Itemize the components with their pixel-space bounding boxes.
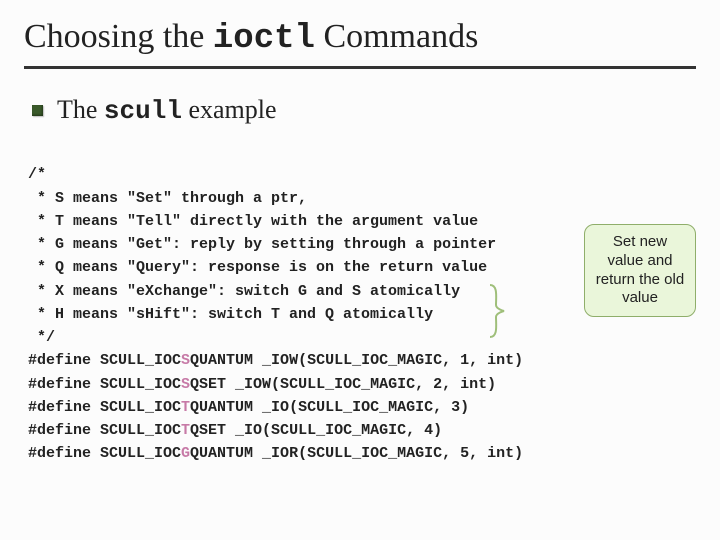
callout-box: Set new value and return the old value <box>584 224 696 317</box>
code-line: #define SCULL_IOCSQUANTUM _IOW(SCULL_IOC… <box>28 352 523 369</box>
code-line: /* <box>28 166 46 183</box>
code-line: * H means "sHift": switch T and Q atomic… <box>28 306 433 323</box>
title-post: Commands <box>315 18 478 55</box>
slide-subtitle: The scull example <box>57 95 277 126</box>
title-pre: Choosing the <box>24 18 213 55</box>
code-line: * Q means "Query": response is on the re… <box>28 259 487 276</box>
code-line: * T means "Tell" directly with the argum… <box>28 213 478 230</box>
code-line: #define SCULL_IOCGQUANTUM _IOR(SCULL_IOC… <box>28 445 523 462</box>
subtitle-pre: The <box>57 95 104 124</box>
accent-letter: G <box>181 445 190 462</box>
slide-title: Choosing the ioctl Commands <box>24 18 696 58</box>
subtitle-post: example <box>182 95 277 124</box>
subtitle-row: The scull example <box>24 95 696 126</box>
accent-letter: T <box>181 422 190 439</box>
accent-letter: T <box>181 399 190 416</box>
code-line: * S means "Set" through a ptr, <box>28 190 307 207</box>
code-line: #define SCULL_IOCTQUANTUM _IO(SCULL_IOC_… <box>28 399 469 416</box>
code-line: * G means "Get": reply by setting throug… <box>28 236 496 253</box>
accent-letter: S <box>181 376 190 393</box>
accent-letter: S <box>181 352 190 369</box>
brace-icon <box>488 283 506 339</box>
subtitle-mono: scull <box>104 96 182 126</box>
title-mono: ioctl <box>213 20 315 58</box>
code-line: #define SCULL_IOCTQSET _IO(SCULL_IOC_MAG… <box>28 422 442 439</box>
square-bullet-icon <box>32 105 43 116</box>
title-wrap: Choosing the ioctl Commands <box>24 18 696 69</box>
code-line: * X means "eXchange": switch G and S ato… <box>28 283 460 300</box>
code-line: #define SCULL_IOCSQSET _IOW(SCULL_IOC_MA… <box>28 376 496 393</box>
callout-text: Set new value and return the old value <box>596 233 684 306</box>
code-line: */ <box>28 329 55 346</box>
